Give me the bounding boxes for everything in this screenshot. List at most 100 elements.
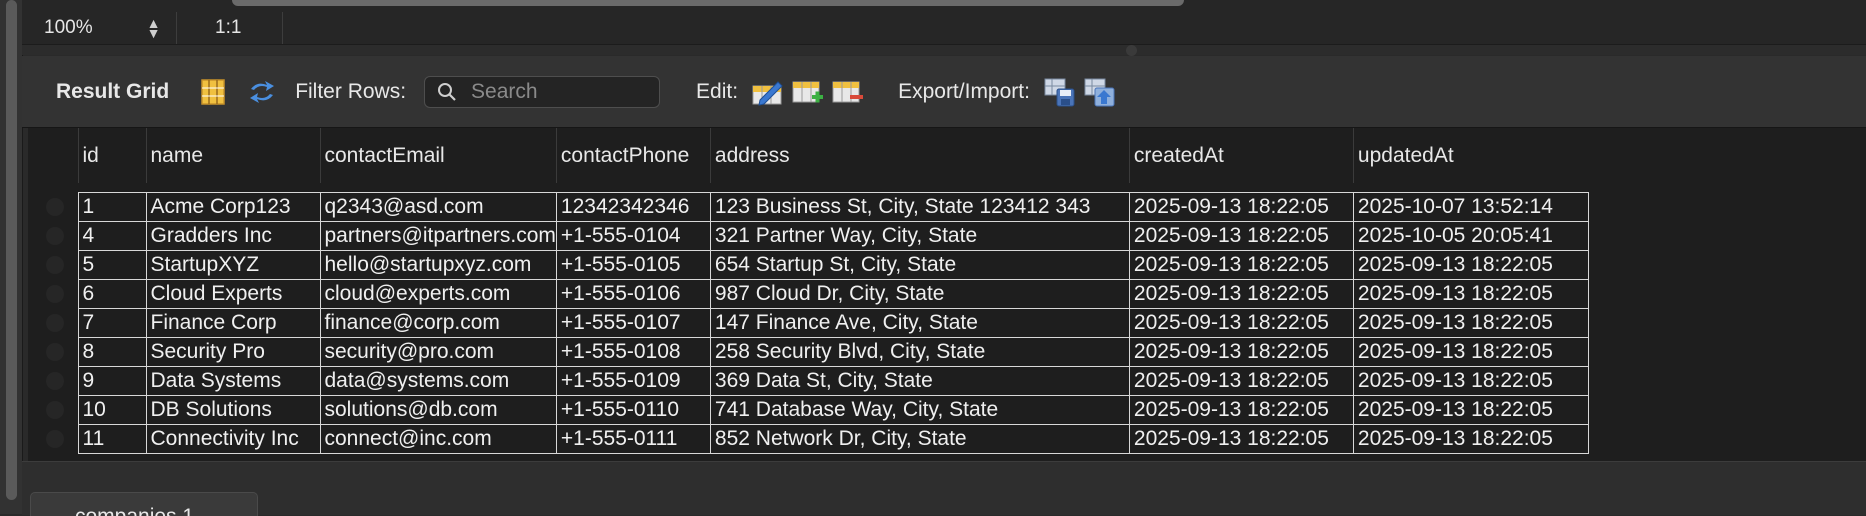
- column-header-address[interactable]: address: [709, 128, 1130, 183]
- cell-contactEmail[interactable]: security@pro.com: [319, 336, 557, 367]
- table-row[interactable]: 1 Acme Corp123 q2343@asd.com 12342342346…: [28, 191, 1589, 222]
- row-handle[interactable]: [28, 250, 78, 279]
- column-header-contactEmail[interactable]: contactEmail: [319, 128, 557, 183]
- horizontal-scrollbar-thumb[interactable]: [232, 0, 1184, 6]
- table-row[interactable]: 10 DB Solutions solutions@db.com +1-555-…: [28, 394, 1589, 425]
- cell-createdAt[interactable]: 2025-09-13 18:22:05: [1128, 307, 1354, 338]
- cell-createdAt[interactable]: 2025-09-13 18:22:05: [1128, 249, 1354, 280]
- row-handle[interactable]: [28, 221, 78, 250]
- column-header-id[interactable]: id: [77, 128, 146, 183]
- cell-createdAt[interactable]: 2025-09-13 18:22:05: [1128, 365, 1354, 396]
- cell-id[interactable]: 1: [77, 191, 146, 222]
- cell-createdAt[interactable]: 2025-09-13 18:22:05: [1128, 278, 1354, 309]
- cell-updatedAt[interactable]: 2025-09-13 18:22:05: [1352, 249, 1589, 280]
- cell-createdAt[interactable]: 2025-09-13 18:22:05: [1128, 220, 1354, 251]
- cell-contactEmail[interactable]: q2343@asd.com: [319, 191, 557, 222]
- refresh-icon[interactable]: [247, 79, 277, 105]
- add-row-icon[interactable]: [792, 78, 824, 106]
- cell-id[interactable]: 5: [77, 249, 146, 280]
- tab-companies-1[interactable]: companies 1: [30, 492, 258, 516]
- cell-contactPhone[interactable]: +1-555-0105: [555, 249, 711, 280]
- column-header-name[interactable]: name: [145, 128, 320, 183]
- zoom-control[interactable]: 100% ▲ ▼: [22, 12, 177, 44]
- cell-updatedAt[interactable]: 2025-09-13 18:22:05: [1352, 278, 1589, 309]
- column-header-createdAt[interactable]: createdAt: [1128, 128, 1354, 183]
- table-row[interactable]: 11 Connectivity Inc connect@inc.com +1-5…: [28, 423, 1589, 454]
- cell-contactPhone[interactable]: 12342342346: [555, 191, 711, 222]
- vertical-scrollbar[interactable]: [6, 0, 17, 500]
- cell-updatedAt[interactable]: 2025-09-13 18:22:05: [1352, 394, 1589, 425]
- export-icon[interactable]: [1044, 77, 1076, 107]
- cell-contactPhone[interactable]: +1-555-0107: [555, 307, 711, 338]
- row-handle[interactable]: [28, 308, 78, 337]
- cell-updatedAt[interactable]: 2025-09-13 18:22:05: [1352, 423, 1589, 454]
- cell-updatedAt[interactable]: 2025-09-13 18:22:05: [1352, 336, 1589, 367]
- cell-address[interactable]: 654 Startup St, City, State: [709, 249, 1130, 280]
- cell-updatedAt[interactable]: 2025-10-05 20:05:41: [1352, 220, 1589, 251]
- row-handle[interactable]: [28, 424, 78, 453]
- cell-address[interactable]: 987 Cloud Dr, City, State: [709, 278, 1130, 309]
- column-header-updatedAt[interactable]: updatedAt: [1352, 128, 1589, 183]
- row-handle[interactable]: [28, 337, 78, 366]
- table-row[interactable]: 8 Security Pro security@pro.com +1-555-0…: [28, 336, 1589, 367]
- cell-contactEmail[interactable]: solutions@db.com: [319, 394, 557, 425]
- cell-updatedAt[interactable]: 2025-10-07 13:52:14: [1352, 191, 1589, 222]
- cell-name[interactable]: DB Solutions: [145, 394, 320, 425]
- cell-contactEmail[interactable]: connect@inc.com: [319, 423, 557, 454]
- splitter-handle[interactable]: [1126, 45, 1137, 56]
- cell-id[interactable]: 7: [77, 307, 146, 338]
- search-field[interactable]: [424, 75, 661, 108]
- cell-contactEmail[interactable]: finance@corp.com: [319, 307, 557, 338]
- row-handle[interactable]: [28, 279, 78, 308]
- table-row[interactable]: 5 StartupXYZ hello@startupxyz.com +1-555…: [28, 249, 1589, 280]
- table-row[interactable]: 9 Data Systems data@systems.com +1-555-0…: [28, 365, 1589, 396]
- grid-view-icon[interactable]: [201, 78, 225, 105]
- cell-contactPhone[interactable]: +1-555-0106: [555, 278, 711, 309]
- cell-contactPhone[interactable]: +1-555-0110: [555, 394, 711, 425]
- cell-address[interactable]: 258 Security Blvd, City, State: [709, 336, 1130, 367]
- cell-id[interactable]: 10: [77, 394, 146, 425]
- cell-contactEmail[interactable]: partners@itpartners.com: [319, 220, 557, 251]
- cell-name[interactable]: Cloud Experts: [145, 278, 320, 309]
- cell-address[interactable]: 852 Network Dr, City, State: [709, 423, 1130, 454]
- cell-contactPhone[interactable]: +1-555-0104: [555, 220, 711, 251]
- cell-id[interactable]: 8: [77, 336, 146, 367]
- cell-id[interactable]: 4: [77, 220, 146, 251]
- cell-contactPhone[interactable]: +1-555-0108: [555, 336, 711, 367]
- cell-createdAt[interactable]: 2025-09-13 18:22:05: [1128, 191, 1354, 222]
- cell-name[interactable]: StartupXYZ: [145, 249, 320, 280]
- cell-createdAt[interactable]: 2025-09-13 18:22:05: [1128, 423, 1354, 454]
- import-icon[interactable]: [1084, 77, 1116, 107]
- cell-id[interactable]: 9: [77, 365, 146, 396]
- table-row[interactable]: 6 Cloud Experts cloud@experts.com +1-555…: [28, 278, 1589, 309]
- cell-contactPhone[interactable]: +1-555-0109: [555, 365, 711, 396]
- edit-row-icon[interactable]: [752, 78, 784, 106]
- cell-createdAt[interactable]: 2025-09-13 18:22:05: [1128, 336, 1354, 367]
- cell-address[interactable]: 123 Business St, City, State 123412 343: [709, 191, 1130, 222]
- search-input[interactable]: [469, 78, 644, 105]
- row-handle[interactable]: [28, 395, 78, 424]
- cell-contactEmail[interactable]: hello@startupxyz.com: [319, 249, 557, 280]
- table-row[interactable]: 7 Finance Corp finance@corp.com +1-555-0…: [28, 307, 1589, 338]
- cell-createdAt[interactable]: 2025-09-13 18:22:05: [1128, 394, 1354, 425]
- cell-address[interactable]: 741 Database Way, City, State: [709, 394, 1130, 425]
- cell-address[interactable]: 321 Partner Way, City, State: [709, 220, 1130, 251]
- cell-name[interactable]: Acme Corp123: [145, 191, 320, 222]
- zoom-stepper-icon[interactable]: ▲ ▼: [147, 16, 161, 40]
- cell-address[interactable]: 147 Finance Ave, City, State: [709, 307, 1130, 338]
- cell-name[interactable]: Connectivity Inc: [145, 423, 320, 454]
- cell-id[interactable]: 11: [77, 423, 146, 454]
- cell-address[interactable]: 369 Data St, City, State: [709, 365, 1130, 396]
- cell-contactEmail[interactable]: cloud@experts.com: [319, 278, 557, 309]
- result-grid[interactable]: id name contactEmail contactPhone addres…: [28, 128, 1866, 461]
- panel-splitter[interactable]: [22, 45, 1866, 56]
- row-handle[interactable]: [28, 366, 78, 395]
- column-header-contactPhone[interactable]: contactPhone: [555, 128, 711, 183]
- table-row[interactable]: 4 Gradders Inc partners@itpartners.com +…: [28, 220, 1589, 251]
- cell-id[interactable]: 6: [77, 278, 146, 309]
- cell-contactEmail[interactable]: data@systems.com: [319, 365, 557, 396]
- cell-updatedAt[interactable]: 2025-09-13 18:22:05: [1352, 365, 1589, 396]
- cell-name[interactable]: Gradders Inc: [145, 220, 320, 251]
- cell-updatedAt[interactable]: 2025-09-13 18:22:05: [1352, 307, 1589, 338]
- cell-name[interactable]: Data Systems: [145, 365, 320, 396]
